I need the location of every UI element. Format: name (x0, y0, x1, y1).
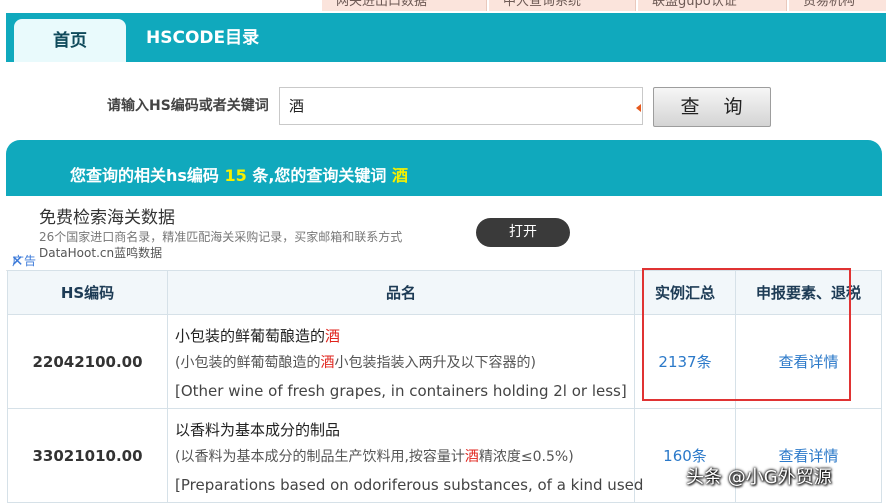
top-link[interactable]: 联盟gupo认证 (638, 0, 787, 11)
result-count: 15 (224, 166, 247, 185)
tab-home[interactable]: 首页 (14, 19, 126, 62)
product-english-name: [Preparations based on odoriferous subst… (175, 475, 644, 494)
hs-code: 33021010.00 (7, 408, 168, 503)
search-area: 请输入HS编码或者关键词 酒 查 询 (6, 62, 886, 142)
result-summary-bar: 您查询的相关hs编码 15 条,您的查询关键词 酒 (6, 140, 882, 196)
header-product-name: 品名 (167, 270, 635, 315)
search-button[interactable]: 查 询 (653, 87, 771, 127)
product-description: (小包装的鲜葡萄酿造的酒小包装指装入两升及以下容器的) (175, 354, 536, 371)
result-keyword: 酒 (392, 166, 409, 185)
top-links-bar: 网关进出口数据 中大查询系统 联盟gupo认证 贸易机构 (0, 0, 886, 12)
search-input[interactable]: 酒 (279, 87, 643, 125)
ad-title: 免费检索海关数据 (39, 208, 175, 228)
header-hs-code: HS编码 (7, 270, 168, 315)
input-caret-icon (636, 104, 641, 112)
result-middle: 条,您的查询关键词 (252, 166, 387, 185)
hs-code: 22042100.00 (7, 314, 168, 409)
ad-banner[interactable]: 免费检索海关数据 26个国家进口商名录，精准匹配海关采购记录，买家邮箱和联系方式… (6, 196, 598, 271)
product-name-cell: 小包装的鲜葡萄酿造的酒 (小包装的鲜葡萄酿造的酒小包装指装入两升及以下容器的) … (167, 314, 635, 409)
ad-open-button[interactable]: 打开 (476, 218, 570, 247)
ad-site: DataHoot.cn蓝鸣数据 (39, 246, 163, 260)
search-label: 请输入HS编码或者关键词 (107, 98, 269, 114)
result-summary: 您查询的相关hs编码 15 条,您的查询关键词 酒 (70, 162, 408, 186)
product-english-name: [Other wine of fresh grapes, in containe… (175, 381, 627, 400)
product-name: 小包装的鲜葡萄酿造的酒 (175, 326, 341, 345)
tab-hscode-catalog[interactable]: HSCODE目录 (146, 23, 259, 48)
top-link[interactable]: 中大查询系统 (489, 0, 636, 11)
result-prefix: 您查询的相关hs编码 (70, 166, 219, 185)
ad-description: 26个国家进口商名录，精准匹配海关采购记录，买家邮箱和联系方式 (39, 230, 403, 244)
watermark: 头条 @小G外贸源 (686, 467, 832, 488)
annotation-highlight-box (642, 268, 851, 401)
product-name: 以香料为基本成分的制品 (175, 420, 341, 439)
top-link[interactable]: 贸易机构 (789, 0, 886, 11)
tab-bar: 首页 HSCODE目录 (6, 13, 886, 62)
product-description: (以香料为基本成分的制品生产饮料用,按容量计酒精浓度≤0.5%) (175, 448, 574, 465)
top-link[interactable]: 网关进出口数据 (322, 0, 487, 11)
ad-close-icon[interactable]: ✕ (11, 252, 24, 270)
product-name-cell: 以香料为基本成分的制品 (以香料为基本成分的制品生产饮料用,按容量计酒精浓度≤0… (167, 408, 644, 503)
